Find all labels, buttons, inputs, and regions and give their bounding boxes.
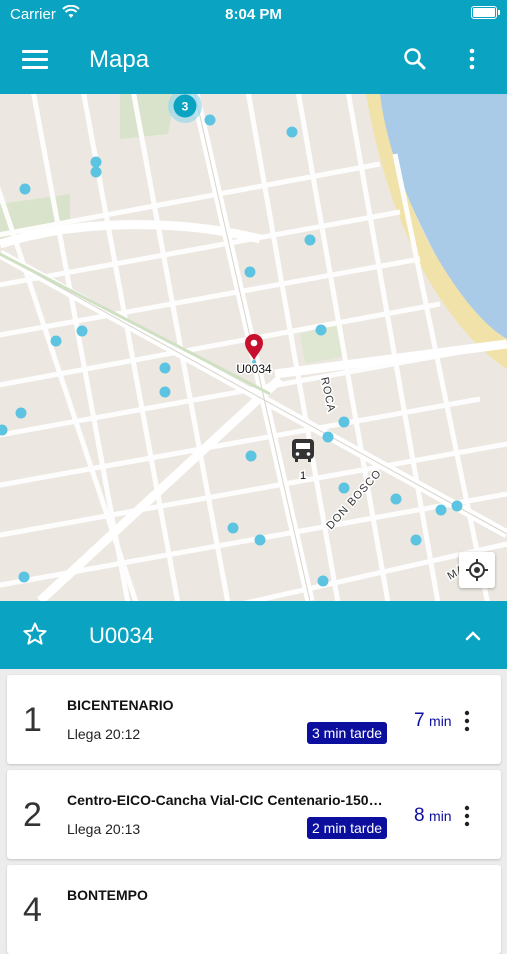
more-options-icon[interactable]: [462, 46, 482, 72]
bus-icon: [292, 439, 314, 462]
delay-badge: 2 min tarde: [307, 817, 388, 839]
map-view[interactable]: 3 U0034 1 ROCA DON BOSCO MAIPU: [0, 94, 507, 601]
selected-stop-label: U0034: [236, 362, 272, 376]
stop-code-title: U0034: [89, 623, 154, 648]
page-title: Mapa: [89, 46, 150, 73]
app-header: Carrier 8:04 PM Mapa: [0, 0, 507, 94]
eta-unit: min: [429, 713, 452, 729]
line-name: Centro-EICO-Cancha Vial-CIC Centenario-1…: [67, 792, 383, 808]
line-number: 1: [23, 701, 42, 739]
clock: 8:04 PM: [225, 6, 282, 23]
bus-label: 1: [300, 470, 306, 482]
eta-unit: min: [429, 808, 452, 824]
eta: 7 min: [414, 710, 452, 732]
chevron-up-icon[interactable]: [462, 625, 484, 647]
card-more-icon[interactable]: [461, 805, 473, 827]
arrival-card[interactable]: 2 Centro-EICO-Cancha Vial-CIC Centenario…: [7, 770, 501, 859]
delay-badge: 3 min tarde: [307, 722, 388, 744]
line-number: 2: [23, 796, 42, 834]
stop-sheet-header[interactable]: U0034: [0, 601, 507, 669]
battery-icon: [471, 6, 500, 19]
favorite-star-icon[interactable]: [22, 621, 48, 647]
status-bar: Carrier 8:04 PM: [0, 0, 507, 28]
eta-value: 8: [414, 805, 425, 826]
hamburger-menu-icon[interactable]: [22, 50, 48, 70]
cluster-count: 3: [182, 100, 189, 114]
line-name: BONTEMPO: [67, 887, 148, 903]
crosshair-icon: [466, 559, 488, 581]
eta-value: 7: [414, 710, 425, 731]
line-number: 4: [23, 891, 42, 929]
arrival-time: Llega 20:13: [67, 821, 141, 837]
arrival-card[interactable]: 1 BICENTENARIO Llega 20:12 3 min tarde 7…: [7, 675, 501, 764]
search-icon[interactable]: [402, 46, 428, 72]
my-location-button[interactable]: [459, 552, 495, 588]
arrival-card[interactable]: 4 BONTEMPO: [7, 865, 501, 954]
arrival-time: Llega 20:12: [67, 726, 141, 742]
card-more-icon[interactable]: [461, 710, 473, 732]
eta: 8 min: [414, 805, 452, 827]
line-name: BICENTENARIO: [67, 697, 174, 713]
toolbar: Mapa: [0, 28, 507, 94]
